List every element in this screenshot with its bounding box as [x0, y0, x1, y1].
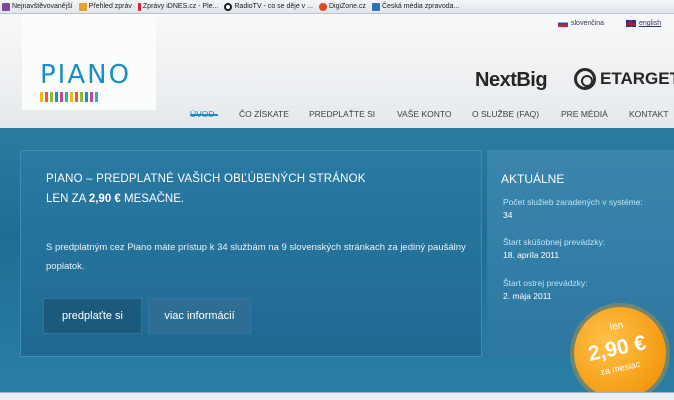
price-badge: len 2,90 € za mesiac — [565, 298, 674, 400]
bookmark-most-visited[interactable]: Nejnavštěvovanější — [2, 2, 73, 11]
bookmarks-bar: Nejnavštěvovanější Přehled zpráv Zprávy … — [0, 0, 674, 14]
nav-predplatte-si[interactable]: PREDPLAŤTE SI — [309, 109, 375, 119]
trial-start-value: 18. apríla 2011 — [503, 250, 560, 260]
services-count-label: Počet služieb zaradených v systéme: — [503, 197, 643, 207]
news-title: AKTUÁLNE — [501, 172, 565, 186]
idnes-icon — [137, 2, 141, 11]
radiotv-icon — [224, 2, 233, 11]
nav-pre-media[interactable]: PRE MÉDIÁ — [561, 109, 608, 119]
hero-section: PIANO – PREDPLATNÉ VAŠICH OBĽÚBENÝCH STR… — [0, 128, 674, 400]
slovak-flag-icon — [558, 20, 568, 27]
bookmark-ceska-media[interactable]: Česká média zpravoda... — [371, 2, 459, 11]
nav-active-indicator — [190, 114, 218, 116]
etarget-icon — [574, 68, 596, 90]
live-start-label: Štart ostrej prevádzky: — [503, 278, 588, 288]
subscription-panel: PIANO – PREDPLATNÉ VAŠICH OBĽÚBENÝCH STR… — [20, 150, 482, 357]
bookmark-news-overview[interactable]: Přehled zpráv — [78, 2, 132, 11]
rss-icon — [78, 2, 87, 11]
panel-price: LEN ZA 2,90 € MESAČNE. — [46, 193, 185, 205]
nav-vase-konto[interactable]: VAŠE KONTO — [397, 109, 451, 119]
lang-slovak[interactable]: slovenčina — [558, 20, 604, 27]
bookmark-digizone[interactable]: DigiZone.cz — [318, 2, 366, 11]
lang-english[interactable]: english — [626, 20, 661, 27]
nextbig-logo[interactable]: NextBig — [475, 69, 548, 92]
etarget-logo[interactable]: ETARGET — [574, 68, 674, 90]
media-icon — [371, 2, 380, 11]
subscribe-button[interactable]: predplaťte si — [43, 298, 142, 334]
main-nav: ÚVOD ČO ZÍSKATE PREDPLAŤTE SI VAŠE KONTO… — [0, 102, 674, 128]
more-info-button[interactable]: viac informácií — [148, 298, 251, 334]
live-start-value: 2. mája 2011 — [503, 291, 552, 301]
bookmark-radiotv[interactable]: RadioTV - co se děje v ... — [224, 2, 313, 11]
panel-title: PIANO – PREDPLATNÉ VAŠICH OBĽÚBENÝCH STR… — [46, 173, 366, 185]
bottom-strip — [0, 392, 674, 400]
logo-color-bars — [40, 92, 98, 102]
nav-faq[interactable]: O SLUŽBE (FAQ) — [472, 109, 539, 119]
site-header: PIANO slovenčina english NextBig ETARGET… — [0, 14, 674, 128]
digizone-icon — [318, 2, 327, 11]
bookmark-idnes[interactable]: Zprávy iDNES.cz - Ple... — [137, 2, 218, 11]
english-flag-icon — [626, 20, 636, 27]
piano-logo: PIANO — [40, 60, 132, 90]
bookmark-icon — [2, 2, 10, 11]
logo-box[interactable]: PIANO — [22, 14, 156, 110]
nav-co-ziskate[interactable]: ČO ZÍSKATE — [239, 109, 289, 119]
panel-description: S predplatným cez Piano máte prístup k 3… — [46, 242, 466, 272]
services-count-value: 34 — [503, 210, 513, 220]
nav-kontakt[interactable]: KONTAKT — [629, 109, 669, 119]
trial-start-label: Štart skúšobnej prevádzky: — [503, 237, 606, 247]
